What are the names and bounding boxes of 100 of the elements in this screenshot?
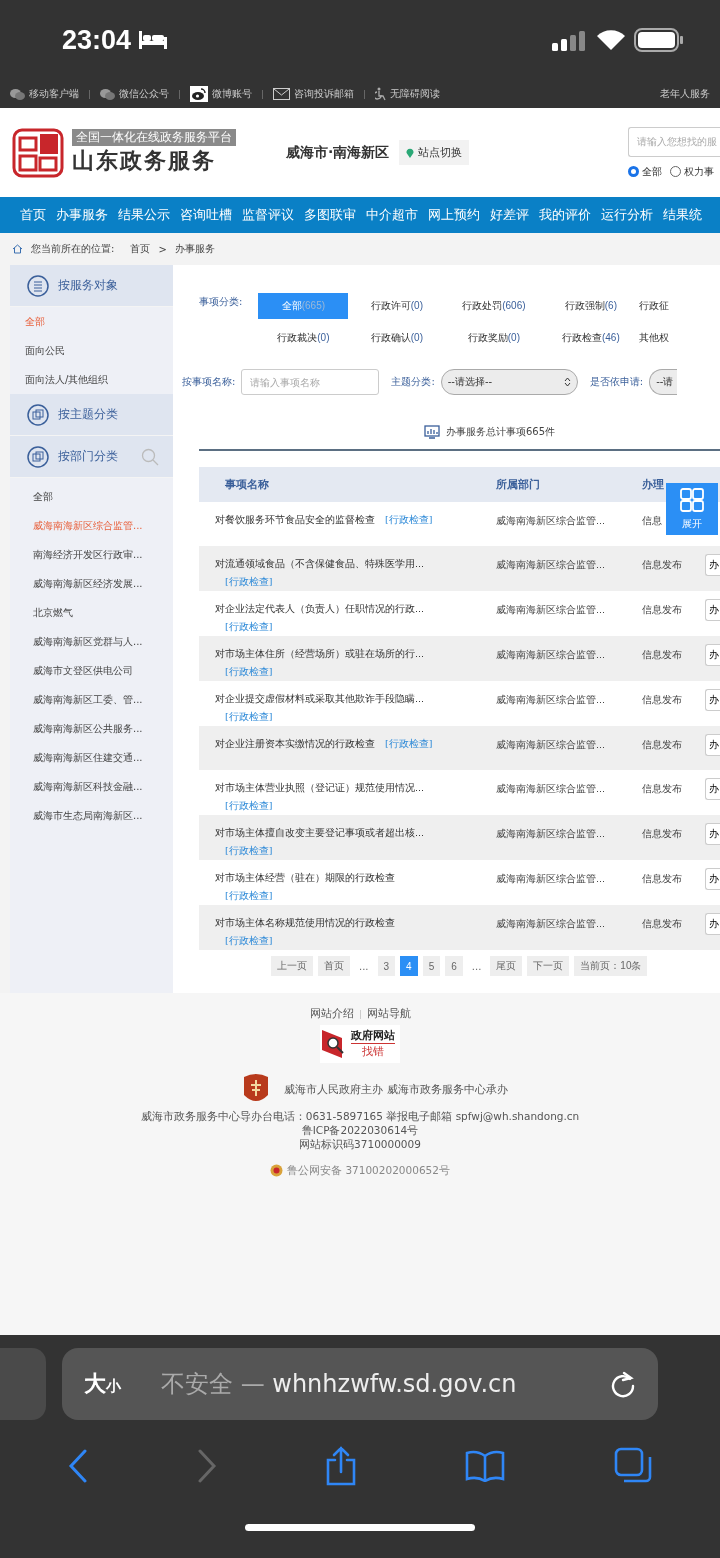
column-header: 所属部门: [496, 478, 540, 492]
tabs-icon[interactable]: [613, 1447, 652, 1485]
category-tag[interactable]: [行政检查]: [225, 621, 273, 632]
category-tab[interactable]: 行政确认(0): [348, 325, 446, 351]
page-button[interactable]: 3: [377, 956, 396, 976]
category-tag[interactable]: [行政检查]: [385, 514, 433, 525]
nav-item[interactable]: 首页: [20, 206, 46, 224]
wheelchair-icon: [375, 87, 386, 101]
item-name[interactable]: 对市场主体经营（驻在）期限的行政检查: [215, 872, 395, 883]
page-button[interactable]: 5: [422, 956, 441, 976]
sidebar-item[interactable]: 南海经济开发区行政审...: [10, 540, 173, 569]
nav-item[interactable]: 结果统: [663, 206, 702, 224]
column-header: 办理: [642, 478, 664, 492]
handle-button[interactable]: 办: [705, 644, 720, 666]
item-name[interactable]: 对流通领域食品（不含保健食品、特殊医学用...: [215, 558, 425, 569]
name-search-field[interactable]: 请输入事项名称: [241, 369, 380, 395]
sidebar-item[interactable]: 威海市文登区供电公司: [10, 656, 173, 685]
top-link[interactable]: 咨询投诉邮箱: [273, 87, 354, 101]
sidebar-section-header[interactable]: 按部门分类: [10, 436, 173, 478]
nav-item[interactable]: 办事服务: [56, 206, 108, 224]
wifi-icon: [596, 29, 626, 51]
handle-button[interactable]: 办: [705, 734, 720, 756]
sidebar-item[interactable]: 威海南海新区科技金融...: [10, 772, 173, 801]
scope-radio[interactable]: 全部: [628, 164, 662, 179]
item-name[interactable]: 对企业注册资本实缴情况的行政检查: [215, 738, 375, 749]
footer-link[interactable]: 网站导航: [366, 1007, 411, 1021]
page-button[interactable]: 6: [445, 956, 463, 976]
sidebar-item[interactable]: 面向公民: [10, 336, 173, 365]
nav-item[interactable]: 我的评价: [539, 206, 591, 224]
item-name[interactable]: 对市场主体营业执照（登记证）规范使用情况...: [215, 782, 425, 793]
nav-item[interactable]: 监督评议: [242, 206, 294, 224]
top-link[interactable]: 移动客户端: [10, 87, 79, 101]
category-tag[interactable]: [行政检查]: [225, 890, 273, 901]
sidebar-item[interactable]: 威海南海新区公共服务...: [10, 714, 173, 743]
apply-select[interactable]: --请: [649, 369, 678, 395]
sidebar-section-header[interactable]: 按主题分类: [10, 394, 173, 436]
nav-item[interactable]: 运行分析: [601, 206, 653, 224]
sidebar-section-header[interactable]: 按服务对象: [10, 265, 173, 307]
page-button[interactable]: 当前页：10条: [574, 956, 648, 976]
page-button[interactable]: 下一页: [527, 956, 570, 976]
site-switch-button[interactable]: 站点切换: [399, 140, 470, 165]
handle-button[interactable]: 办: [705, 913, 720, 935]
category-tab[interactable]: 行政处罚(606): [445, 293, 543, 319]
nav-item[interactable]: 好差评: [490, 206, 529, 224]
sidebar-item[interactable]: 北京燃气: [10, 598, 173, 627]
category-tab[interactable]: 行政许可(0): [348, 293, 446, 319]
category-tab[interactable]: 行政裁决(0): [258, 325, 349, 351]
footer-link[interactable]: 网站介绍: [309, 1007, 354, 1021]
breadcrumb-link[interactable]: 首页: [130, 242, 151, 256]
sidebar-item[interactable]: 威海南海新区住建交通...: [10, 743, 173, 772]
page-button[interactable]: 尾页: [490, 956, 523, 976]
item-name[interactable]: 对市场主体住所（经营场所）或驻在场所的行...: [215, 648, 425, 659]
category-tag[interactable]: [行政检查]: [225, 711, 273, 722]
text-size-button[interactable]: 大小: [84, 1369, 121, 1399]
item-name[interactable]: 对市场主体名称规范使用情况的行政检查: [215, 917, 395, 928]
handle-button[interactable]: 办: [705, 868, 720, 890]
error-report-badge[interactable]: 政府网站 找错: [320, 1025, 400, 1063]
category-tab[interactable]: 其他权: [639, 325, 710, 351]
item-name[interactable]: 对企业法定代表人（负责人）任职情况的行政...: [215, 603, 425, 614]
total-summary: 办事服务总计事项665件: [445, 425, 556, 439]
page-button[interactable]: 首页: [318, 956, 350, 976]
sidebar-item[interactable]: 全部: [10, 482, 173, 511]
handle-button[interactable]: 办: [705, 554, 720, 576]
battery-icon: [634, 28, 684, 52]
nav-item[interactable]: 多图联审: [304, 206, 356, 224]
theme-select[interactable]: --请选择--: [440, 369, 578, 395]
forward-icon[interactable]: [196, 1449, 217, 1483]
handle-button[interactable]: 办: [705, 823, 720, 845]
handle-button[interactable]: 办: [705, 599, 720, 621]
category-tag[interactable]: [行政检查]: [225, 800, 273, 811]
sidebar-item[interactable]: 面向法人/其他组织: [10, 365, 173, 394]
address-bar[interactable]: 大小 不安全 — whnhzwfw.sd.gov.cn: [62, 1348, 658, 1420]
handle-button[interactable]: 办: [705, 689, 720, 711]
back-icon[interactable]: [68, 1449, 89, 1483]
category-tab[interactable]: 行政奖励(0): [445, 325, 543, 351]
sidebar-item[interactable]: 威海南海新区工委、管...: [10, 685, 173, 714]
search-field[interactable]: 请输入您想找的服: [628, 126, 720, 157]
share-icon[interactable]: [324, 1446, 357, 1486]
top-link[interactable]: 无障碍阅读: [375, 87, 440, 101]
nav-item[interactable]: 中介超市: [366, 206, 418, 224]
scope-radio[interactable]: 权力事: [670, 164, 714, 179]
category-tab[interactable]: 行政强制(6): [542, 293, 640, 319]
item-name[interactable]: 对市场主体擅自改变主要登记事项或者超出核...: [215, 827, 425, 838]
sidebar-item[interactable]: 威海南海新区党群与人...: [10, 627, 173, 656]
category-tab[interactable]: 行政征: [639, 293, 710, 319]
top-link[interactable]: 微信公众号: [100, 87, 169, 101]
top-link[interactable]: 微博账号: [190, 86, 252, 102]
item-name[interactable]: 对餐饮服务环节食品安全的监督检查: [215, 514, 375, 525]
book-icon[interactable]: [465, 1450, 506, 1482]
handle-button[interactable]: 办: [705, 778, 720, 800]
breadcrumb-link[interactable]: 办事服务: [174, 242, 215, 256]
category-tab[interactable]: 行政检查(46): [542, 325, 640, 351]
nav-item[interactable]: 结果公示: [118, 206, 170, 224]
item-name[interactable]: 对企业提交虚假材料或采取其他欺诈手段隐瞒...: [215, 693, 425, 704]
nav-item[interactable]: 咨询吐槽: [180, 206, 232, 224]
page-button[interactable]: 上一页: [271, 956, 313, 976]
sidebar-item[interactable]: 威海市生态局南海新区...: [10, 801, 173, 830]
top-link[interactable]: 老年人服务: [660, 87, 710, 101]
sidebar-item[interactable]: 威海南海新区经济发展...: [10, 569, 173, 598]
nav-item[interactable]: 网上预约: [428, 206, 480, 224]
